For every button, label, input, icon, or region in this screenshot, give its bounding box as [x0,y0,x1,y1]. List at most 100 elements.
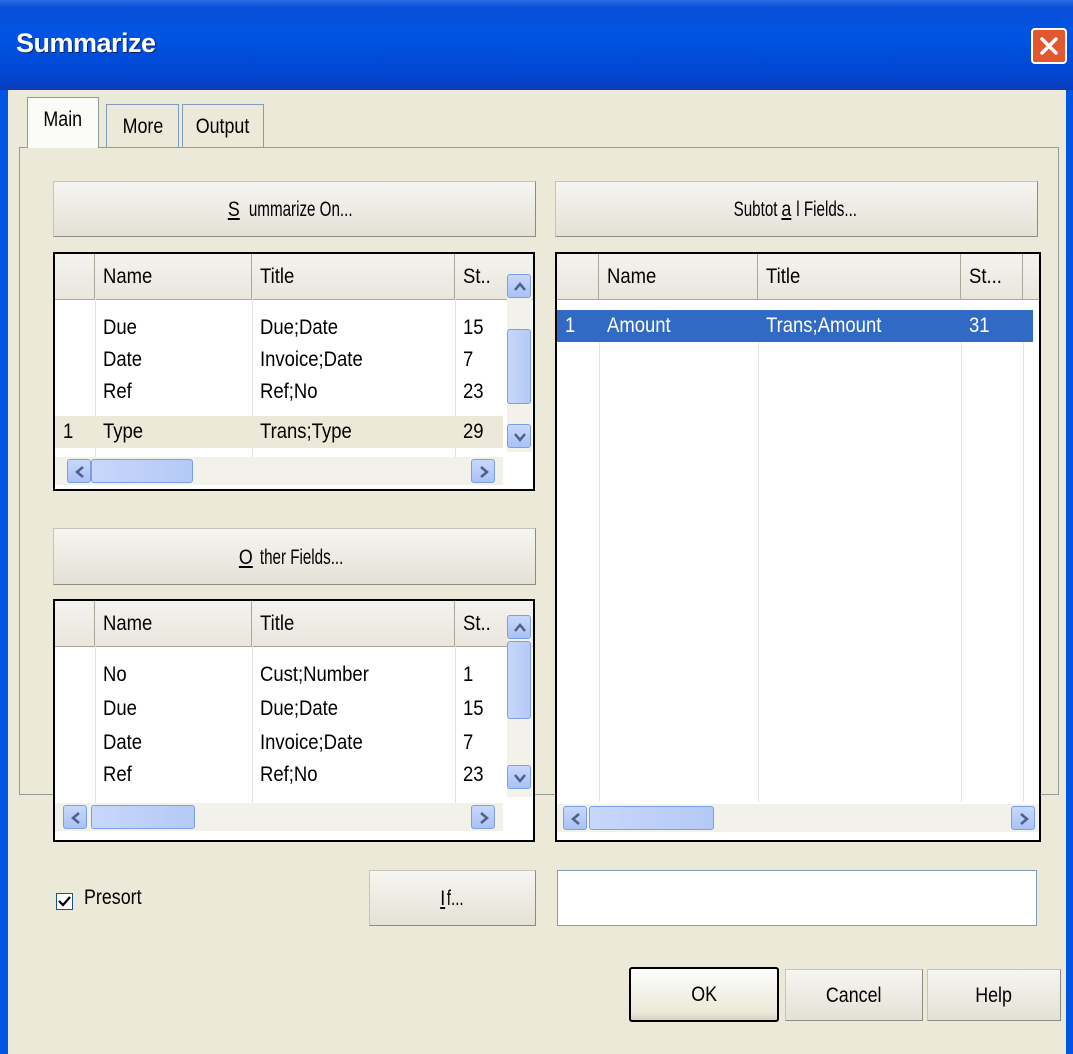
if-button[interactable]: If... [369,870,536,926]
grid-line [758,342,759,802]
column-header-name[interactable]: Name [599,254,758,299]
horizontal-scrollbar[interactable] [55,457,503,485]
field-st: 23 [463,380,484,403]
horizontal-scrollbar[interactable] [557,804,1039,832]
column-header-st[interactable]: St.. [455,601,507,646]
cancel-button[interactable]: Cancel [785,969,923,1021]
scroll-down-button[interactable] [507,424,531,448]
close-icon [1040,37,1058,55]
field-name: Due [103,697,137,720]
column-header-rownum[interactable] [55,254,95,299]
chevron-left-icon [571,813,580,825]
if-expression-field[interactable] [557,870,1037,926]
scroll-thumb[interactable] [91,459,193,483]
column-header-title[interactable]: Title [252,601,455,646]
table-row[interactable]: Due Due;Date 15 [55,312,503,344]
field-name: Amount [607,314,671,337]
column-header-title[interactable]: Title [758,254,961,299]
scroll-left-button[interactable] [63,805,87,829]
other-fields-button[interactable]: Other Fields... [53,528,536,585]
grid-line [1023,342,1024,802]
scroll-thumb[interactable] [589,806,714,830]
presort-label[interactable]: Presort [84,886,152,910]
ok-label: OK [691,983,717,1006]
summarize-on-button[interactable]: Summarize On... [53,181,536,237]
field-title: Cust;Number [260,663,369,686]
window-frame-right [1066,90,1073,1054]
subtotal-fields-label-pre: Subtot [733,198,778,221]
field-title: Invoice;Date [260,348,363,371]
scroll-thumb[interactable] [507,329,531,404]
field-st: 29 [463,420,484,443]
subtotal-fields-grid[interactable]: Name Title St... 1 Amount Trans;Amount 3… [555,252,1041,842]
summarize-on-grid[interactable]: Name Title St.. Due Due;Date 15 Date Inv… [53,252,535,491]
window-frame-left [0,90,8,1054]
vertical-scrollbar[interactable] [507,615,532,797]
table-row[interactable]: Date Invoice;Date 7 [55,727,503,759]
help-button[interactable]: Help [927,969,1061,1021]
field-name: Ref [103,380,132,403]
summarize-on-label-accel: S [227,198,240,221]
scroll-left-button[interactable] [563,806,587,830]
horizontal-scrollbar[interactable] [55,803,503,831]
subtotal-fields-button[interactable]: Subtot a l Fields... [555,181,1038,237]
column-header-name[interactable]: Name [95,601,252,646]
field-st: 7 [463,348,474,371]
chevron-up-icon [514,623,526,632]
scroll-up-button[interactable] [507,274,531,298]
scroll-thumb[interactable] [91,805,195,829]
table-row[interactable]: Date Invoice;Date 7 [55,344,503,376]
subtotal-fields-label-accel: a [781,198,792,221]
column-header-rownum[interactable] [55,601,95,646]
chevron-left-icon [71,812,80,824]
summarize-on-label-post: ummarize On... [248,198,353,221]
tab-output[interactable]: Output [182,104,264,148]
column-header-st[interactable]: St.. [455,254,507,299]
other-fields-grid[interactable]: Name Title St.. No Cust;Number 1 Due Due… [53,599,535,842]
scroll-right-button[interactable] [471,805,495,829]
close-button[interactable] [1031,28,1067,64]
tab-main[interactable]: Main [27,97,99,148]
row-number: 1 [63,420,74,443]
field-st: 23 [463,763,484,786]
table-row[interactable]: No Cust;Number 1 [55,659,503,691]
scroll-left-button[interactable] [67,459,91,483]
grid-header: Name Title St... [557,254,1039,300]
ok-button[interactable]: OK [629,967,779,1022]
column-header-st[interactable]: St... [961,254,1023,299]
grid-header: Name Title St.. [55,254,533,300]
table-row[interactable]: Due Due;Date 15 [55,693,503,725]
scroll-down-button[interactable] [507,765,531,789]
field-name: Due [103,316,137,339]
dialog-title: Summarize [16,28,156,58]
title-bar[interactable]: Summarize [0,0,1073,90]
row-number [55,376,95,408]
column-header-name[interactable]: Name [95,254,252,299]
field-st: 15 [463,697,484,720]
other-fields-label-accel: O [238,546,253,569]
row-number [55,344,95,376]
vertical-scrollbar[interactable] [507,274,532,452]
column-header-title[interactable]: Title [252,254,455,299]
column-header-rownum[interactable] [557,254,599,299]
field-title: Due;Date [260,316,339,339]
field-title: Trans;Type [260,420,352,443]
checkmark-icon [58,896,71,907]
scroll-up-button[interactable] [507,615,531,639]
tab-more[interactable]: More [106,104,179,148]
chevron-right-icon [1020,813,1029,825]
if-label-post: f... [446,887,464,910]
field-title: Trans;Amount [766,314,882,337]
table-row[interactable]: 1 Amount Trans;Amount 31 [557,310,1033,342]
grid-line [961,342,962,802]
field-st: 15 [463,316,484,339]
scroll-right-button[interactable] [471,459,495,483]
presort-checkbox[interactable] [56,893,73,910]
field-name: Date [103,731,143,754]
table-row[interactable]: Ref Ref;No 23 [55,376,503,408]
scroll-thumb[interactable] [507,641,531,719]
scroll-right-button[interactable] [1011,806,1035,830]
field-title: Invoice;Date [260,731,363,754]
table-row[interactable]: Ref Ref;No 23 [55,759,503,791]
table-row[interactable]: 1 Type Trans;Type 29 [55,416,503,448]
